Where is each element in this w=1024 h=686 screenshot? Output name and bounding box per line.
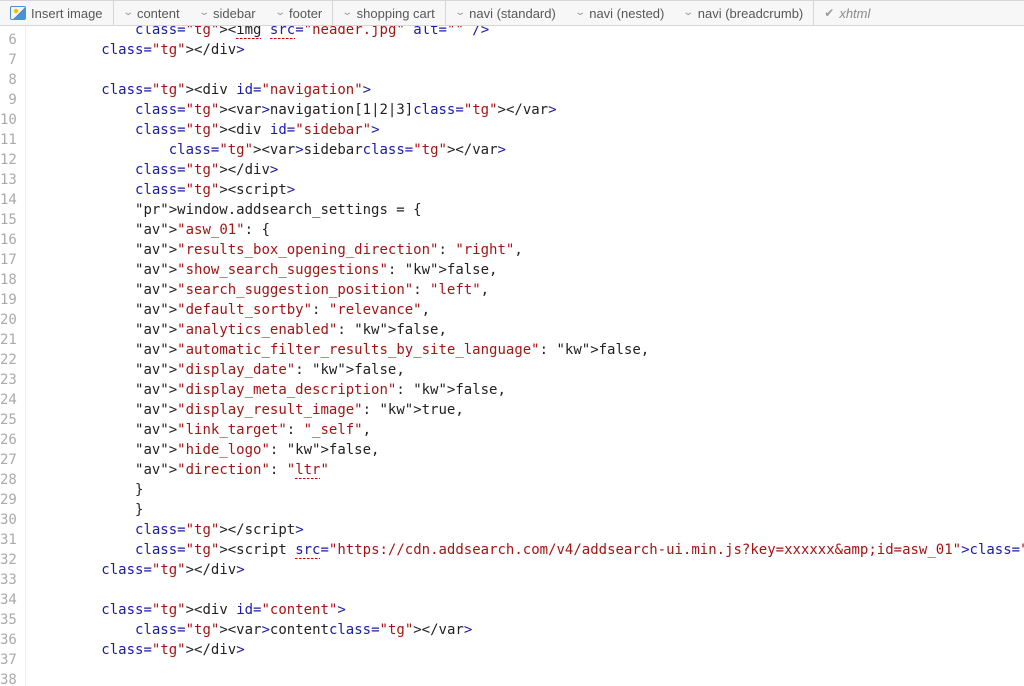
code-line[interactable]: class="tg"></div> xyxy=(34,560,1024,580)
chevron-down-icon: ⌄ xyxy=(122,8,134,18)
line-number: 34 xyxy=(0,590,17,610)
line-number: 10 xyxy=(0,110,17,130)
code-line[interactable]: "av">"display_result_image": "kw">true, xyxy=(34,400,1024,420)
code-line[interactable]: "av">"link_target": "_self", xyxy=(34,420,1024,440)
line-number: 24 xyxy=(0,390,17,410)
line-number: 33 xyxy=(0,570,17,590)
code-line[interactable]: "av">"hide_logo": "kw">false, xyxy=(34,440,1024,460)
line-number: 13 xyxy=(0,170,17,190)
code-line[interactable]: "av">"automatic_filter_results_by_site_l… xyxy=(34,340,1024,360)
code-line[interactable]: "av">"show_search_suggestions": "kw">fal… xyxy=(34,260,1024,280)
check-icon: ✔ xyxy=(824,7,834,19)
code-line[interactable]: "av">"display_meta_description": "kw">fa… xyxy=(34,380,1024,400)
code-line[interactable]: class="tg"><script src="https://cdn.adds… xyxy=(34,540,1024,560)
line-number: 17 xyxy=(0,250,17,270)
line-number: 25 xyxy=(0,410,17,430)
code-line[interactable]: "av">"default_sortby": "relevance", xyxy=(34,300,1024,320)
code-line[interactable]: class="tg"><var>contentclass="tg"></var> xyxy=(34,620,1024,640)
line-number: 27 xyxy=(0,450,17,470)
dropdown-shopping-cart[interactable]: ⌄ shopping cart xyxy=(333,1,444,25)
dropdown-label: footer xyxy=(289,6,322,21)
code-line[interactable]: "av">"display_date": "kw">false, xyxy=(34,360,1024,380)
dropdown-navi-standard[interactable]: ⌄ navi (standard) xyxy=(446,1,566,25)
chevron-down-icon: ⌄ xyxy=(274,8,286,18)
line-number: 21 xyxy=(0,330,17,350)
line-number: 29 xyxy=(0,490,17,510)
line-number: 14 xyxy=(0,190,17,210)
code-line[interactable]: "av">"asw_01": { xyxy=(34,220,1024,240)
dropdown-footer[interactable]: ⌄ footer xyxy=(266,1,333,25)
line-number: 6 xyxy=(0,30,17,50)
code-line[interactable] xyxy=(34,580,1024,600)
code-line[interactable]: class="tg"><var>sidebarclass="tg"></var> xyxy=(34,140,1024,160)
dropdown-sidebar[interactable]: ⌄ sidebar xyxy=(190,1,266,25)
code-line[interactable]: class="tg"><div id="navigation"> xyxy=(34,80,1024,100)
code-line[interactable]: class="tg"></div> xyxy=(34,40,1024,60)
line-number: 28 xyxy=(0,470,17,490)
dropdown-label: navi (standard) xyxy=(469,6,556,21)
line-number: 16 xyxy=(0,230,17,250)
insert-image-label: Insert image xyxy=(31,6,103,21)
line-number: 36 xyxy=(0,630,17,650)
line-number: 31 xyxy=(0,530,17,550)
code-editor[interactable]: 6789101112131415161718192021222324252627… xyxy=(0,26,1024,686)
xhtml-validate-button[interactable]: ✔ xhtml xyxy=(814,1,880,25)
chevron-down-icon: ⌄ xyxy=(198,8,210,18)
code-line[interactable]: class="tg"></div> xyxy=(34,160,1024,180)
line-number: 35 xyxy=(0,610,17,630)
code-line[interactable]: "av">"results_box_opening_direction": "r… xyxy=(34,240,1024,260)
code-area[interactable]: class="tg"><img src="header.jpg" alt="" … xyxy=(26,26,1024,686)
line-number: 32 xyxy=(0,550,17,570)
line-number: 22 xyxy=(0,350,17,370)
dropdown-navi-nested[interactable]: ⌄ navi (nested) xyxy=(566,1,675,25)
xhtml-label: xhtml xyxy=(839,6,870,21)
code-line[interactable]: "pr">window.addsearch_settings = { xyxy=(34,200,1024,220)
line-number: 19 xyxy=(0,290,17,310)
chevron-down-icon: ⌄ xyxy=(454,8,466,18)
chevron-down-icon: ⌄ xyxy=(574,8,586,18)
line-number-gutter: 6789101112131415161718192021222324252627… xyxy=(0,26,26,686)
line-number: 26 xyxy=(0,430,17,450)
code-line[interactable]: } xyxy=(34,480,1024,500)
code-line[interactable]: class="tg"></div> xyxy=(34,640,1024,660)
code-line[interactable]: } xyxy=(34,500,1024,520)
chevron-down-icon: ⌄ xyxy=(683,8,695,18)
dropdown-label: sidebar xyxy=(213,6,256,21)
code-line[interactable]: "av">"direction": "ltr" xyxy=(34,460,1024,480)
code-line[interactable]: class="tg"><var>navigation[1|2|3]class="… xyxy=(34,100,1024,120)
dropdown-label: content xyxy=(137,6,180,21)
code-line[interactable]: class="tg"><div id="content"> xyxy=(34,600,1024,620)
code-line[interactable]: "av">"search_suggestion_position": "left… xyxy=(34,280,1024,300)
code-line[interactable]: class="tg"></script> xyxy=(34,520,1024,540)
image-icon xyxy=(10,6,26,20)
code-line[interactable] xyxy=(34,660,1024,680)
insert-image-button[interactable]: Insert image xyxy=(0,1,113,25)
line-number: 30 xyxy=(0,510,17,530)
line-number: 8 xyxy=(0,70,17,90)
dropdown-content[interactable]: ⌄ content xyxy=(114,1,190,25)
line-number: 9 xyxy=(0,90,17,110)
line-number: 12 xyxy=(0,150,17,170)
chevron-down-icon: ⌄ xyxy=(342,8,354,18)
code-line[interactable]: class="tg"><div id="sidebar"> xyxy=(34,120,1024,140)
dropdown-label: navi (nested) xyxy=(589,6,664,21)
code-line[interactable]: class="tg"><img src="header.jpg" alt="" … xyxy=(34,26,1024,40)
dropdown-navi-breadcrumb[interactable]: ⌄ navi (breadcrumb) xyxy=(674,1,813,25)
line-number: 23 xyxy=(0,370,17,390)
line-number: 37 xyxy=(0,650,17,670)
line-number: 11 xyxy=(0,130,17,150)
dropdown-label: navi (breadcrumb) xyxy=(698,6,804,21)
line-number: 7 xyxy=(0,50,17,70)
dropdown-label: shopping cart xyxy=(357,6,435,21)
line-number: 15 xyxy=(0,210,17,230)
code-line[interactable]: class="tg"><script> xyxy=(34,180,1024,200)
editor-toolbar: Insert image ⌄ content ⌄ sidebar ⌄ foote… xyxy=(0,0,1024,26)
code-line[interactable]: "av">"analytics_enabled": "kw">false, xyxy=(34,320,1024,340)
line-number: 18 xyxy=(0,270,17,290)
line-number: 20 xyxy=(0,310,17,330)
code-line[interactable] xyxy=(34,60,1024,80)
